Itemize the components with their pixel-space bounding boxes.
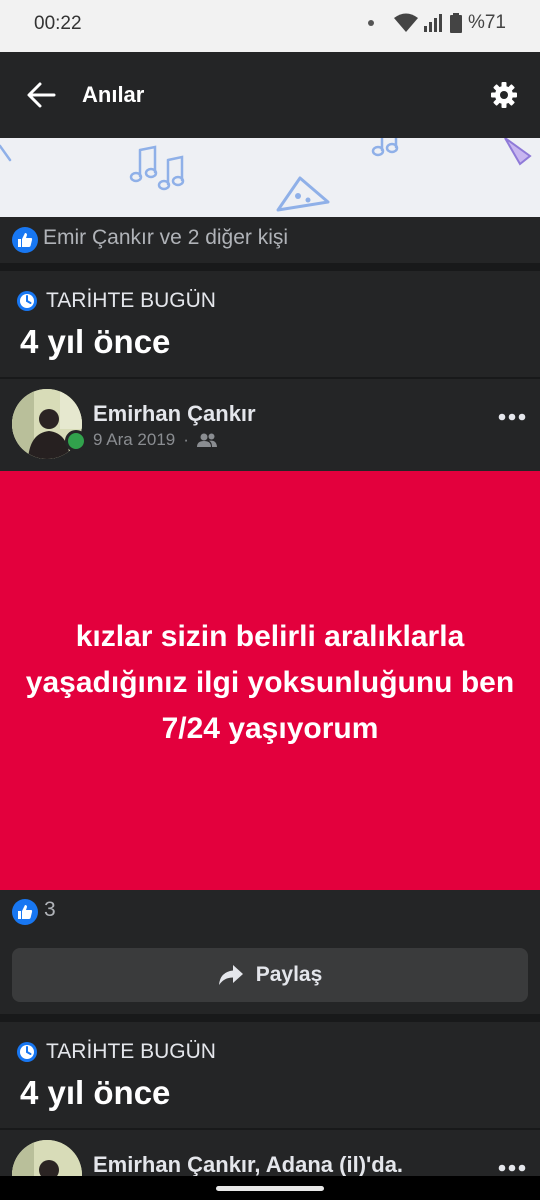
post-header: Emirhan Çankır 9 Ara 2019 · — [0, 379, 540, 471]
share-area: Paylaş — [0, 948, 540, 1014]
memory-section-header: TARİHTE BUGÜN 4 yıl önce — [0, 271, 540, 377]
battery-percent: %71 — [467, 12, 506, 33]
battery-icon — [449, 13, 462, 33]
app-bar: Anılar — [0, 52, 540, 138]
reactions-row[interactable]: 3 — [0, 890, 540, 948]
post-author[interactable]: Emirhan Çankır — [93, 401, 256, 427]
more-options-icon[interactable] — [498, 407, 526, 427]
avatar[interactable] — [12, 1140, 82, 1176]
pizza-slice-icon — [276, 176, 330, 212]
section-title: 4 yıl önce — [20, 323, 171, 360]
section-label: TARİHTE BUGÜN — [16, 1040, 216, 1064]
memory-banner-image — [0, 138, 540, 217]
wifi-icon — [393, 13, 418, 32]
signal-icon — [423, 14, 442, 32]
reaction-count: 3 — [44, 898, 56, 921]
status-icons: %71 — [367, 12, 506, 34]
like-icon — [12, 899, 38, 925]
share-button[interactable]: Paylaş — [12, 948, 528, 1002]
like-icon — [12, 227, 38, 253]
status-time: 00:22 — [34, 13, 82, 34]
music-notes-decoration — [0, 138, 532, 212]
share-label: Paylaş — [255, 963, 323, 986]
clock-history-icon — [17, 291, 37, 311]
more-options-icon[interactable] — [498, 1158, 526, 1176]
likes-summary-text: Emir Çankır ve 2 diğer kişi — [43, 226, 289, 249]
home-gesture-handle[interactable] — [216, 1186, 324, 1191]
system-navigation-bar — [0, 1176, 540, 1200]
section-label: TARİHTE BUGÜN — [16, 289, 216, 313]
online-status-dot — [65, 430, 87, 452]
friends-audience-icon — [196, 433, 217, 447]
share-arrow-icon — [218, 965, 243, 985]
post-body[interactable]: kızlar sizin belirli aralıklarla yaşadığ… — [0, 471, 540, 890]
section-label-text: TARİHTE BUGÜN — [46, 289, 216, 312]
section-title: 4 yıl önce — [20, 1074, 171, 1111]
memory-section-header: TARİHTE BUGÜN 4 yıl önce — [0, 1022, 540, 1128]
post-header: Emirhan Çankır, Adana (il)'da. — [0, 1130, 540, 1176]
post-date[interactable]: 9 Ara 2019 — [93, 430, 175, 450]
meta-separator: · — [183, 430, 189, 449]
post-author-location[interactable]: Emirhan Çankır, Adana (il)'da. — [93, 1152, 403, 1176]
clock-history-icon — [17, 1042, 37, 1062]
post-meta: 9 Ara 2019 · — [93, 430, 217, 450]
status-bar: 00:22 %71 — [0, 0, 540, 52]
likes-summary[interactable]: Emir Çankır ve 2 diğer kişi — [0, 217, 540, 263]
notification-dot-icon — [367, 20, 374, 26]
page-title: Anılar — [82, 82, 145, 107]
section-label-text: TARİHTE BUGÜN — [46, 1040, 216, 1063]
gear-icon[interactable] — [490, 81, 518, 109]
back-arrow-icon[interactable] — [22, 77, 62, 113]
post-text: kızlar sizin belirli aralıklarla yaşadığ… — [25, 619, 515, 745]
